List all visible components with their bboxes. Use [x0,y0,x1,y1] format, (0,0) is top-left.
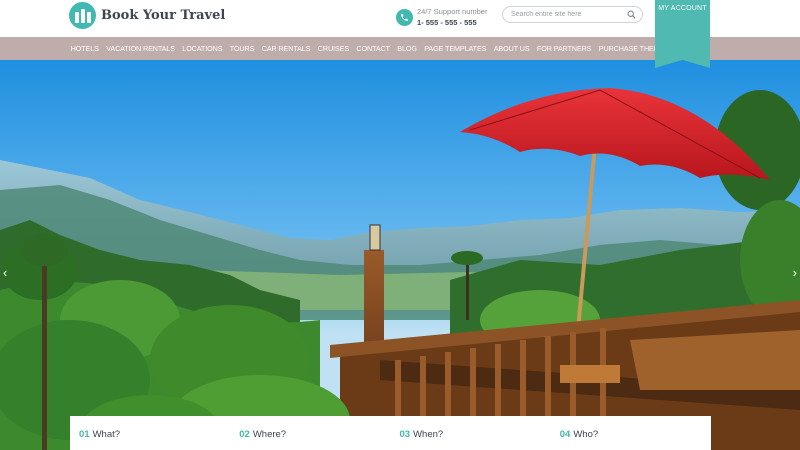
nav-item-about-us[interactable]: ABOUT US [490,44,533,53]
slider-prev-arrow[interactable]: ‹ [3,265,7,280]
support-number: 1- 555 - 555 - 555 [417,18,477,27]
support-info: 24/7 Support number 1- 555 - 555 - 555 [396,6,487,28]
step-number: 03 [399,429,411,440]
hero-slider: ‹ › [0,60,800,450]
step-label: What? [92,429,121,440]
search-step-where[interactable]: 02 Where? [230,416,390,450]
my-account-button[interactable]: MY ACCOUNT [655,0,710,68]
booking-search-panel: 01 What? 02 Where? 03 When? 04 Who? [70,416,711,450]
search-icon[interactable] [627,10,636,19]
search-step-when[interactable]: 03 When? [391,416,551,450]
step-label: Who? [573,429,599,440]
nav-item-locations[interactable]: LOCATIONS [179,44,226,53]
site-search [502,6,643,23]
search-step-who[interactable]: 04 Who? [551,416,711,450]
nav-item-car-rentals[interactable]: CAR RENTALS [258,44,314,53]
nav-item-tours[interactable]: TOURS [226,44,258,53]
nav-item-page-templates[interactable]: PAGE TEMPLATES [421,44,490,53]
search-step-what[interactable]: 01 What? [70,416,230,450]
brand-name: Book Your Travel [101,8,226,23]
step-number: 01 [79,429,90,440]
step-number: 04 [559,429,571,440]
nav-item-cruises[interactable]: CRUISES [314,44,353,53]
step-number: 02 [239,429,250,440]
nav-item-blog[interactable]: BLOG [394,44,421,53]
nav-item-for-partners[interactable]: FOR PARTNERS [533,44,595,53]
nav-item-hotels[interactable]: HOTELS [67,44,103,53]
my-account-label: MY ACCOUNT [658,5,707,12]
hero-image [0,60,800,450]
step-label: Where? [252,429,287,440]
luggage-icon [69,2,96,29]
nav-item-vacation-rentals[interactable]: VACATION RENTALS [103,44,179,53]
site-logo[interactable]: Book Your Travel [69,2,225,29]
phone-icon [396,8,413,26]
step-label: When? [413,429,444,440]
support-label: 24/7 Support number [417,7,488,16]
search-input[interactable] [503,7,621,22]
nav-item-contact[interactable]: CONTACT [353,44,394,53]
slider-next-arrow[interactable]: › [793,265,797,280]
